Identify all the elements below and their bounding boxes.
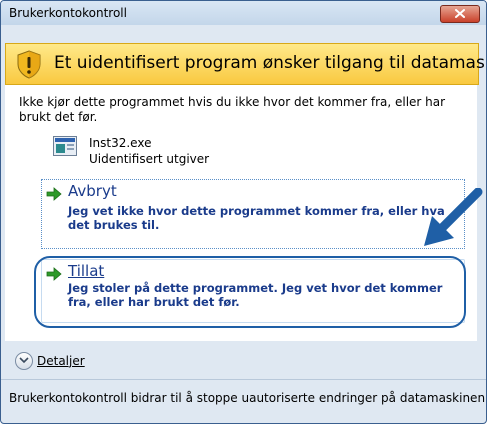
allow-option-button[interactable]: Tillat Jeg stoler på dette programmet. J… bbox=[41, 259, 465, 323]
program-publisher: Uidentifisert utgiver bbox=[89, 152, 210, 166]
details-row: Detaljer bbox=[1, 343, 486, 379]
allow-option-description: Jeg stoler på dette programmet. Jeg vet … bbox=[68, 281, 443, 309]
footer-text: Brukerkontokontroll bidrar til å stoppe … bbox=[9, 391, 487, 405]
warning-banner: Et uidentifisert program ønsker tilgang … bbox=[5, 43, 486, 85]
close-button[interactable] bbox=[440, 5, 480, 23]
warning-text: Ikke kjør dette programmet hvis du ikke … bbox=[19, 95, 446, 124]
close-icon bbox=[455, 9, 465, 18]
cancel-option-description: Jeg vet ikke hvor dette programmet komme… bbox=[68, 204, 445, 232]
allow-option-title: Tillat bbox=[68, 262, 105, 280]
cancel-option-button[interactable]: Avbryt Jeg vet ikke hvor dette programme… bbox=[41, 179, 465, 249]
chevron-down-icon bbox=[19, 357, 29, 364]
details-toggle-button[interactable] bbox=[15, 352, 33, 370]
dialog-content: Ikke kjør dette programmet hvis du ikke … bbox=[5, 85, 477, 341]
program-icon bbox=[53, 136, 77, 156]
annotation-arrow-icon bbox=[424, 188, 483, 246]
title-bar: Brukerkontokontroll bbox=[1, 1, 486, 25]
uac-dialog: Brukerkontokontroll Et uidentifisert pro… bbox=[0, 0, 487, 424]
cancel-option-title: Avbryt bbox=[68, 182, 117, 200]
window-title: Brukerkontokontroll bbox=[9, 6, 127, 20]
green-arrow-icon bbox=[46, 267, 62, 281]
footer-divider bbox=[1, 379, 486, 380]
green-arrow-icon bbox=[46, 187, 62, 201]
program-name: Inst32.exe bbox=[89, 136, 152, 150]
shield-warning-icon bbox=[17, 50, 41, 79]
details-label[interactable]: Detaljer bbox=[37, 354, 85, 368]
banner-heading: Et uidentifisert program ønsker tilgang … bbox=[54, 53, 487, 73]
